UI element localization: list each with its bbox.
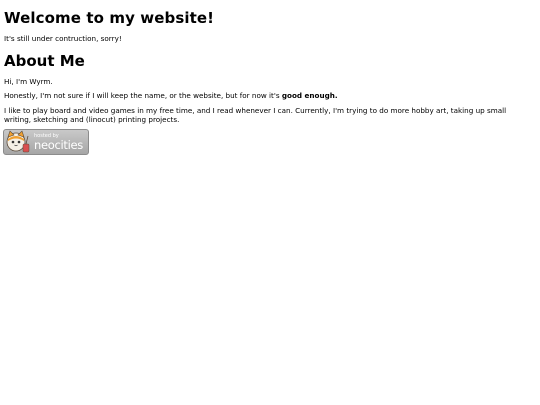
honesty-text-bold: good enough. <box>281 91 338 100</box>
page: Welcome to my website! It's still under … <box>0 0 540 405</box>
neocities-badge-link[interactable]: hosted by neocities <box>3 129 89 155</box>
neocities-cat-icon <box>6 130 30 153</box>
about-heading: About Me <box>4 52 85 70</box>
badge-text: hosted by neocities <box>34 133 83 151</box>
honesty-text-prefix: Honestly, I'm not sure if I will keep th… <box>4 91 282 100</box>
greeting-text: Hi, I'm Wyrm. <box>4 77 53 86</box>
honesty-text: Honestly, I'm not sure if I will keep th… <box>4 91 338 100</box>
badge-big-text: neocities <box>34 138 83 152</box>
construction-notice: It's still under contruction, sorry! <box>4 34 122 43</box>
page-title: Welcome to my website! <box>4 9 215 27</box>
hobbies-text: I like to play board and video games in … <box>4 106 507 124</box>
